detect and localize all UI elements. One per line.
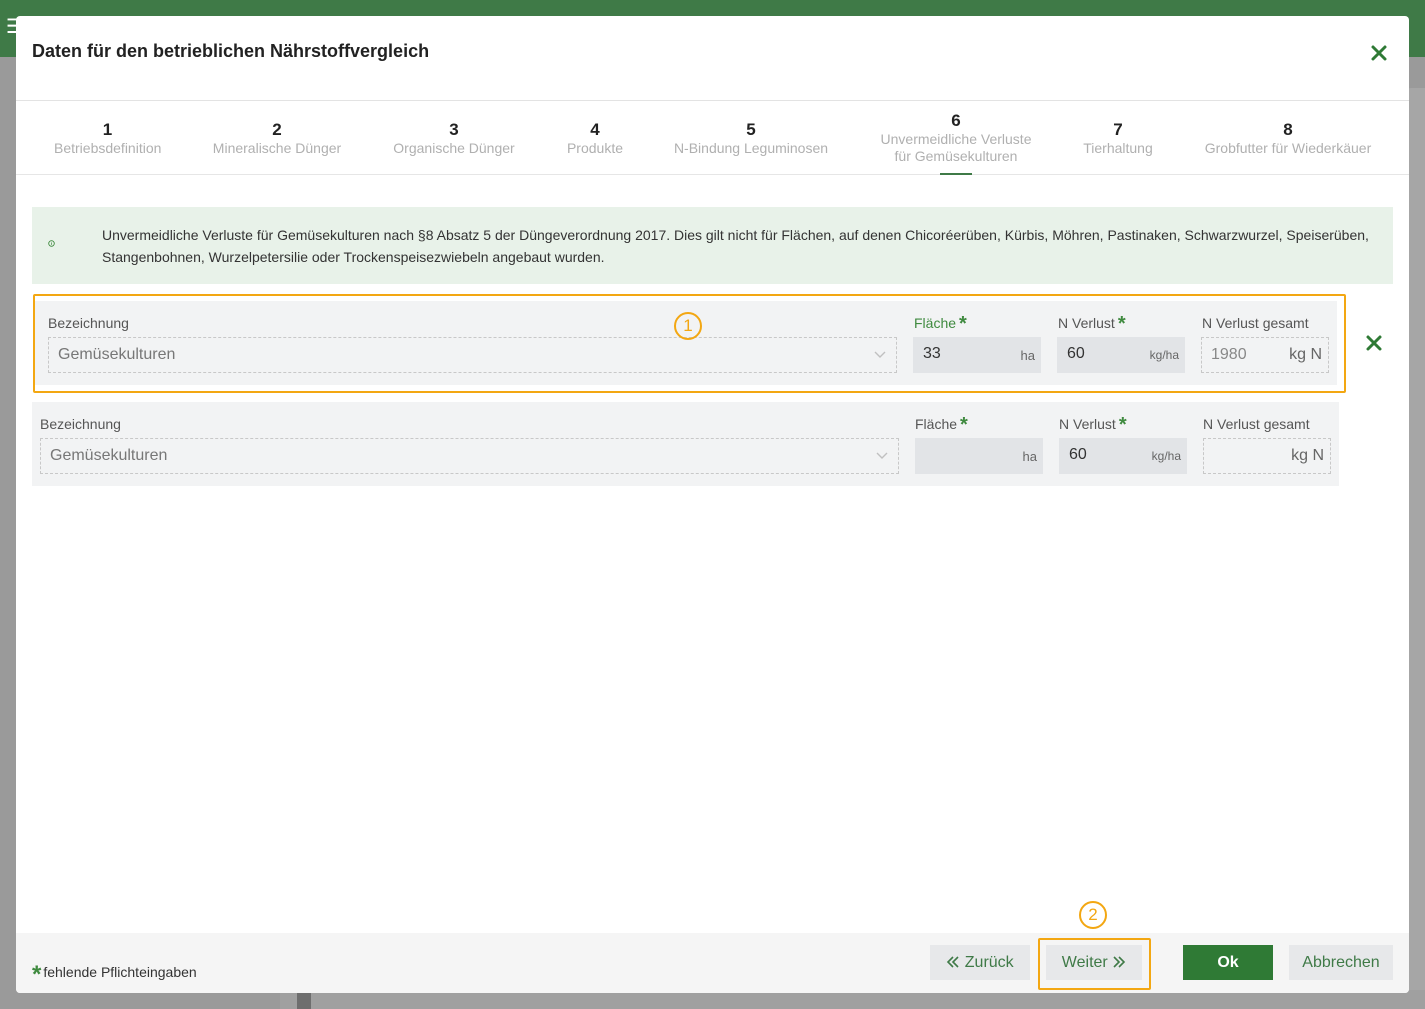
step-label-line2: für Gemüsekulturen <box>894 148 1018 164</box>
active-step-indicator <box>940 173 972 175</box>
close-icon[interactable] <box>1368 42 1390 64</box>
modal-title: Daten für den betrieblichen Nährstoffver… <box>32 41 430 61</box>
flaeche-value: 33 <box>923 345 941 362</box>
n-verlust-value: 60 <box>1069 446 1087 463</box>
step-number: 3 <box>449 120 459 139</box>
n-verlust-label: N Verlust * <box>1058 313 1126 335</box>
step-number: 8 <box>1283 120 1293 139</box>
n-verlust-input[interactable]: 60 kg/ha <box>1059 438 1187 474</box>
required-mark: * <box>1117 313 1126 335</box>
step-label: Produkte <box>566 140 624 156</box>
crop-row: Bezeichnung Gemüsekulturen Fläche * ha N … <box>32 402 1339 486</box>
n-verlust-gesamt-field: 1980 kg N <box>1201 337 1329 373</box>
step-number: 1 <box>102 120 113 139</box>
bezeichnung-label: Bezeichnung <box>40 416 121 432</box>
bezeichnung-label: Bezeichnung <box>48 315 129 331</box>
double-chevron-left-icon <box>947 956 959 968</box>
step-label: Organische Dünger <box>393 140 515 156</box>
flaeche-input[interactable]: 33 ha <box>913 337 1041 373</box>
step-number: 2 <box>272 120 282 139</box>
next-label: Weiter <box>1061 954 1108 971</box>
info-box: Unvermeidliche Verluste für Gemüsekultur… <box>32 207 1393 284</box>
step-navigation: 1 Betriebsdefinition 2 Mineralische Düng… <box>16 101 1409 175</box>
step-label: Grobfutter für Wiederkäuer <box>1204 140 1372 156</box>
info-text: Unvermeidliche Verluste für Gemüsekultur… <box>102 227 1369 265</box>
n-verlust-gesamt-value: 1980 <box>1211 346 1247 363</box>
step-4-produkte[interactable]: 4 Produkte <box>564 120 626 157</box>
step-3-organische-duenger[interactable]: 3 Organische Dünger <box>392 120 516 157</box>
step-label: N-Bindung Leguminosen <box>673 140 829 156</box>
modal-dialog: Daten für den betrieblichen Nährstoffver… <box>16 16 1409 993</box>
chevron-down-icon <box>876 452 888 459</box>
marker-1: 1 <box>674 312 702 340</box>
n-verlust-label: N Verlust * <box>1059 414 1127 436</box>
bezeichnung-value: Gemüsekulturen <box>50 447 168 464</box>
double-chevron-right-icon <box>1113 956 1126 968</box>
delete-row-icon[interactable] <box>1365 334 1383 352</box>
modal-header: Daten für den betrieblichen Nährstoffver… <box>16 16 1409 101</box>
step-8-grobfutter[interactable]: 8 Grobfutter für Wiederkäuer <box>1203 120 1373 157</box>
marker-2: 2 <box>1079 901 1107 929</box>
n-verlust-unit: kg/ha <box>1149 348 1179 362</box>
cancel-button[interactable]: Abbrechen <box>1289 945 1393 980</box>
step-number: 6 <box>951 111 961 130</box>
flaeche-input[interactable]: ha <box>915 438 1043 474</box>
n-verlust-gesamt-unit: kg N <box>1289 346 1322 363</box>
flaeche-label: Fläche * <box>914 313 967 335</box>
ok-button[interactable]: Ok <box>1183 945 1273 980</box>
step-label: Mineralische Dünger <box>212 140 342 156</box>
step-label: Tierhaltung <box>1083 140 1153 156</box>
step-2-mineralische-duenger[interactable]: 2 Mineralische Dünger <box>212 120 342 157</box>
legend-text: fehlende Pflichteingaben <box>43 964 197 980</box>
n-verlust-gesamt-field: kg N <box>1203 438 1331 474</box>
bezeichnung-select[interactable]: Gemüsekulturen <box>48 337 897 373</box>
n-verlust-value: 60 <box>1067 345 1085 362</box>
n-verlust-gesamt-label: N Verlust gesamt <box>1203 416 1310 432</box>
flaeche-label: Fläche * <box>915 414 968 436</box>
n-verlust-input[interactable]: 60 kg/ha <box>1057 337 1185 373</box>
required-mark: * <box>960 414 968 436</box>
step-number: 5 <box>746 120 756 139</box>
step-1-betriebsdefinition[interactable]: 1 Betriebsdefinition <box>54 120 161 157</box>
step-label: Betriebsdefinition <box>54 140 162 156</box>
back-label: Zurück <box>964 954 1014 971</box>
n-verlust-unit: kg/ha <box>1151 449 1181 463</box>
required-legend: * fehlende Pflichteingaben <box>32 956 197 988</box>
step-6-unvermeidliche-verluste[interactable]: 6 Unvermeidliche Verluste für Gemüsekult… <box>878 111 1034 165</box>
bezeichnung-value: Gemüsekulturen <box>58 346 176 363</box>
n-verlust-gesamt-label: N Verlust gesamt <box>1202 315 1309 331</box>
step-number: 4 <box>590 120 600 139</box>
required-mark: * <box>959 313 967 335</box>
required-mark: * <box>1118 414 1127 436</box>
next-button[interactable]: Weiter <box>1046 945 1142 980</box>
step-5-n-bindung-leguminosen[interactable]: 5 N-Bindung Leguminosen <box>672 120 830 157</box>
bezeichnung-select[interactable]: Gemüsekulturen <box>40 438 899 474</box>
modal-footer: * fehlende Pflichteingaben Zurück Weiter … <box>16 933 1409 993</box>
chevron-down-icon <box>874 351 886 358</box>
flaeche-unit: ha <box>1020 348 1035 363</box>
required-mark: * <box>32 961 42 988</box>
step-label: Unvermeidliche Verluste <box>880 131 1032 147</box>
flaeche-unit: ha <box>1022 449 1037 464</box>
step-number: 7 <box>1113 120 1123 139</box>
back-button[interactable]: Zurück <box>930 945 1030 980</box>
n-verlust-gesamt-unit: kg N <box>1291 447 1324 464</box>
info-icon <box>48 240 55 247</box>
step-7-tierhaltung[interactable]: 7 Tierhaltung <box>1082 120 1154 157</box>
